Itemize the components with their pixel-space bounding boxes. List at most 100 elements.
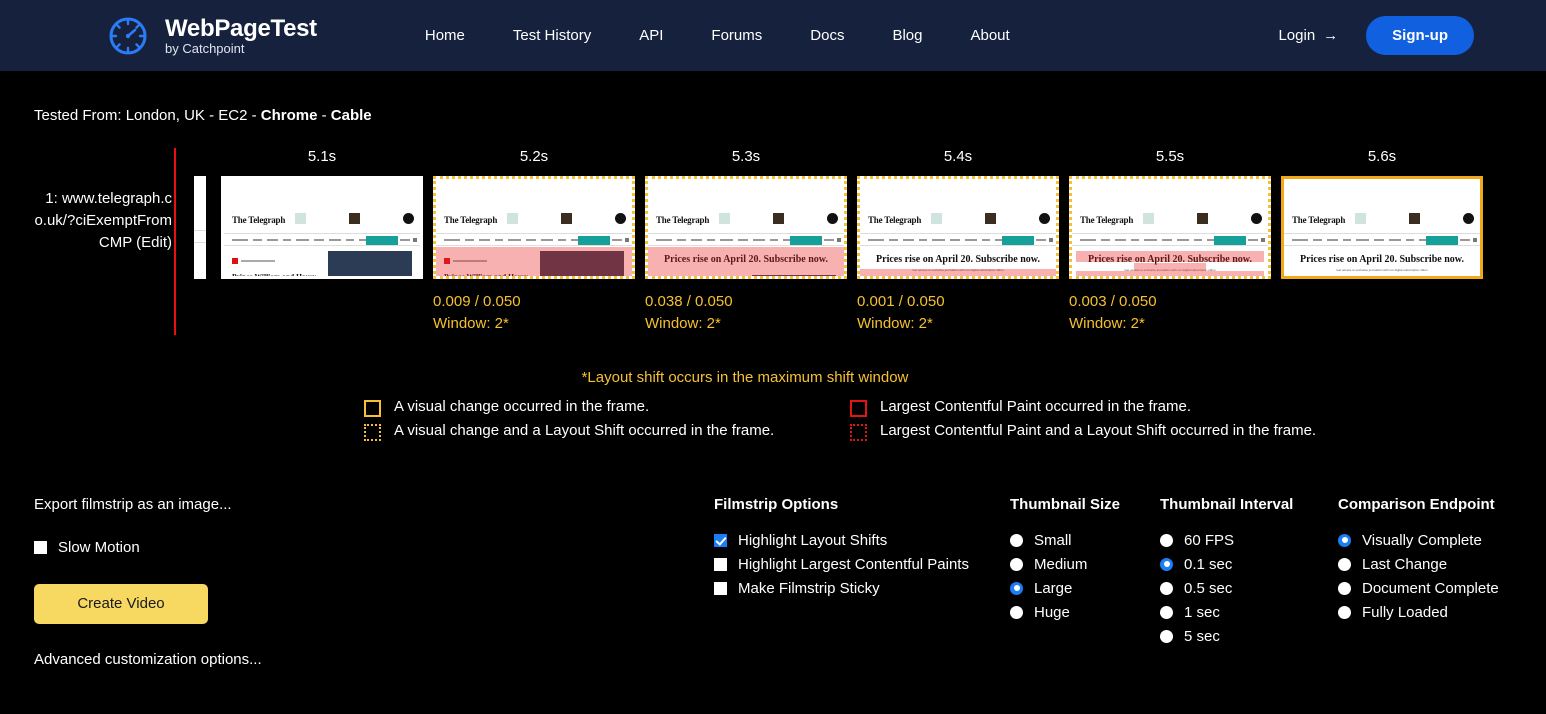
- filmstrip-frame-partial: [194, 148, 206, 279]
- brand-subtitle: by Catchpoint: [165, 40, 245, 56]
- endpoint-last-change-radio[interactable]: [1338, 557, 1351, 571]
- frame-thumbnail[interactable]: — The Telegraph: [433, 176, 635, 279]
- filmstrip-frame[interactable]: 5.1s — The Telegraph Prince William and …: [216, 148, 428, 291]
- filmstrip-options-heading: Filmstrip Options: [714, 495, 839, 513]
- layout-shift-overlay: [1134, 263, 1206, 271]
- option-label[interactable]: Highlight Largest Contentful Paints: [738, 556, 969, 573]
- nav-item-docs[interactable]: Docs: [810, 27, 844, 44]
- option-label[interactable]: Large: [1034, 580, 1072, 597]
- option-label[interactable]: Make Filmstrip Sticky: [738, 580, 880, 597]
- thumbnail-size-medium-radio[interactable]: [1010, 557, 1023, 571]
- export-filmstrip-link[interactable]: Export filmstrip as an image...: [34, 496, 714, 513]
- legend-label: A visual change occurred in the frame.: [394, 397, 650, 415]
- interval-point1sec-radio[interactable]: [1160, 557, 1173, 571]
- option-label[interactable]: Small: [1034, 532, 1072, 549]
- legend-label: Largest Contentful Paint and a Layout Sh…: [880, 421, 1317, 439]
- lcp-layout-shift-swatch-icon: [850, 423, 867, 441]
- filmstrip-options-group: Filmstrip Options Highlight Layout Shift…: [714, 496, 1010, 604]
- option-label[interactable]: Visually Complete: [1362, 532, 1482, 549]
- option-label[interactable]: 60 FPS: [1184, 532, 1234, 549]
- frame-shift-window: Window: 2*: [857, 314, 933, 332]
- option-label[interactable]: 0.1 sec: [1184, 556, 1232, 573]
- thumbnail-size-small-radio[interactable]: [1010, 533, 1023, 547]
- option-row: Large: [1010, 580, 1160, 597]
- option-label[interactable]: Fully Loaded: [1362, 604, 1448, 621]
- nav-item-about[interactable]: About: [970, 27, 1009, 44]
- option-row: Last Change: [1338, 556, 1546, 573]
- nav-item-blog[interactable]: Blog: [892, 27, 922, 44]
- option-row: Huge: [1010, 604, 1160, 621]
- filmstrip-frame[interactable]: 5.6s — The Telegraph Prices rise on Apri…: [1276, 148, 1488, 291]
- frame-shift-score: 0.038 / 0.050: [645, 293, 733, 310]
- thumb-headline: Prince William and Harry will not walk s…: [232, 272, 317, 279]
- thumbnail-size-huge-radio[interactable]: [1010, 605, 1023, 619]
- legend-label: Largest Contentful Paint occurred in the…: [880, 397, 1192, 415]
- filmstrip-frames: 5.1s — The Telegraph Prince William and …: [194, 148, 1488, 335]
- option-row: Fully Loaded: [1338, 604, 1546, 621]
- frame-thumbnail[interactable]: — The Telegraph Prince William and Harry: [221, 176, 423, 279]
- comparison-endpoint-group: Comparison Endpoint Visually Complete La…: [1338, 496, 1546, 628]
- endpoint-visually-complete-radio[interactable]: [1338, 533, 1351, 547]
- option-row: Medium: [1010, 556, 1160, 573]
- frame-timestamp: 5.1s: [307, 148, 337, 165]
- slow-motion-label[interactable]: Slow Motion: [58, 539, 140, 556]
- endpoint-fully-loaded-radio[interactable]: [1338, 605, 1351, 619]
- filmstrip-run-label[interactable]: 1: www.telegraph.co.uk/?ciExemptFromCMP …: [34, 148, 172, 253]
- slow-motion-row: Slow Motion: [34, 539, 714, 556]
- advanced-options-link[interactable]: Advanced customization options...: [34, 651, 714, 668]
- nav-item-test-history[interactable]: Test History: [513, 27, 591, 44]
- frame-timestamp: 5.3s: [731, 148, 761, 165]
- thumb-masthead: The Telegraph: [1080, 215, 1134, 225]
- highlight-layout-shifts-checkbox[interactable]: [714, 533, 727, 547]
- legend-item: A visual change and a Layout Shift occur…: [364, 420, 824, 441]
- option-label[interactable]: Medium: [1034, 556, 1087, 573]
- slow-motion-checkbox[interactable]: [34, 540, 47, 554]
- frame-thumbnail[interactable]: — The Telegraph: [1281, 176, 1483, 279]
- frame-thumbnail[interactable]: — The Telegraph: [645, 176, 847, 279]
- layout-shift-overlay: [436, 247, 632, 276]
- thumbnail-size-large-radio[interactable]: [1010, 581, 1023, 595]
- tested-from-separator: -: [317, 107, 331, 124]
- option-label[interactable]: 5 sec: [1184, 628, 1220, 645]
- option-label[interactable]: Last Change: [1362, 556, 1447, 573]
- header-actions: Login → Sign-up: [1278, 16, 1474, 55]
- nav-item-api[interactable]: API: [639, 27, 663, 44]
- thumb-masthead: The Telegraph: [444, 215, 498, 225]
- option-label[interactable]: 1 sec: [1184, 604, 1220, 621]
- option-row: Highlight Largest Contentful Paints: [714, 556, 1010, 573]
- frame-thumbnail[interactable]: — The Telegraph: [1069, 176, 1271, 279]
- nav-item-forums[interactable]: Forums: [711, 27, 762, 44]
- layout-shift-overlay: [648, 247, 844, 276]
- filmstrip-frame[interactable]: 5.3s — The Telegraph Prices rise on Apri…: [640, 148, 852, 335]
- filmstrip-legend: *Layout shift occurs in the maximum shif…: [34, 369, 1512, 444]
- option-label[interactable]: Document Complete: [1362, 580, 1499, 597]
- option-row: 0.5 sec: [1160, 580, 1338, 597]
- filmstrip-frame[interactable]: 5.2s — The Telegraph Prince William and …: [428, 148, 640, 335]
- interval-point5sec-radio[interactable]: [1160, 581, 1173, 595]
- layout-shift-overlay: [860, 269, 1056, 276]
- interval-5sec-radio[interactable]: [1160, 629, 1173, 643]
- highlight-lcp-checkbox[interactable]: [714, 557, 727, 571]
- endpoint-document-complete-radio[interactable]: [1338, 581, 1351, 595]
- filmstrip-start-marker: [174, 148, 176, 335]
- option-label[interactable]: Huge: [1034, 604, 1070, 621]
- signup-button[interactable]: Sign-up: [1366, 16, 1474, 55]
- make-filmstrip-sticky-checkbox[interactable]: [714, 581, 727, 595]
- brand-logo-block[interactable]: WebPageTest by Catchpoint: [105, 13, 317, 59]
- nav-item-home[interactable]: Home: [425, 27, 465, 44]
- thumb-masthead: The Telegraph: [868, 215, 922, 225]
- interval-1sec-radio[interactable]: [1160, 605, 1173, 619]
- thumbnail-size-heading: Thumbnail Size: [1010, 495, 1121, 513]
- interval-60fps-radio[interactable]: [1160, 533, 1173, 547]
- frame-timestamp: 5.2s: [519, 148, 549, 165]
- thumbnail-size-group: Thumbnail Size Small Medium Large Huge: [1010, 496, 1160, 628]
- login-link[interactable]: Login →: [1278, 27, 1338, 44]
- filmstrip-frame[interactable]: 5.5s — The Telegraph Prices rise on Apri…: [1064, 148, 1276, 335]
- frame-shift-score: 0.009 / 0.050: [433, 293, 521, 310]
- create-video-button[interactable]: Create Video: [34, 583, 208, 624]
- filmstrip-frame[interactable]: 5.4s — The Telegraph Prices rise on Apri…: [852, 148, 1064, 335]
- option-label[interactable]: 0.5 sec: [1184, 580, 1232, 597]
- option-label[interactable]: Highlight Layout Shifts: [738, 532, 887, 549]
- layout-shift-overlay: [1076, 271, 1264, 276]
- frame-thumbnail[interactable]: — The Telegraph: [857, 176, 1059, 279]
